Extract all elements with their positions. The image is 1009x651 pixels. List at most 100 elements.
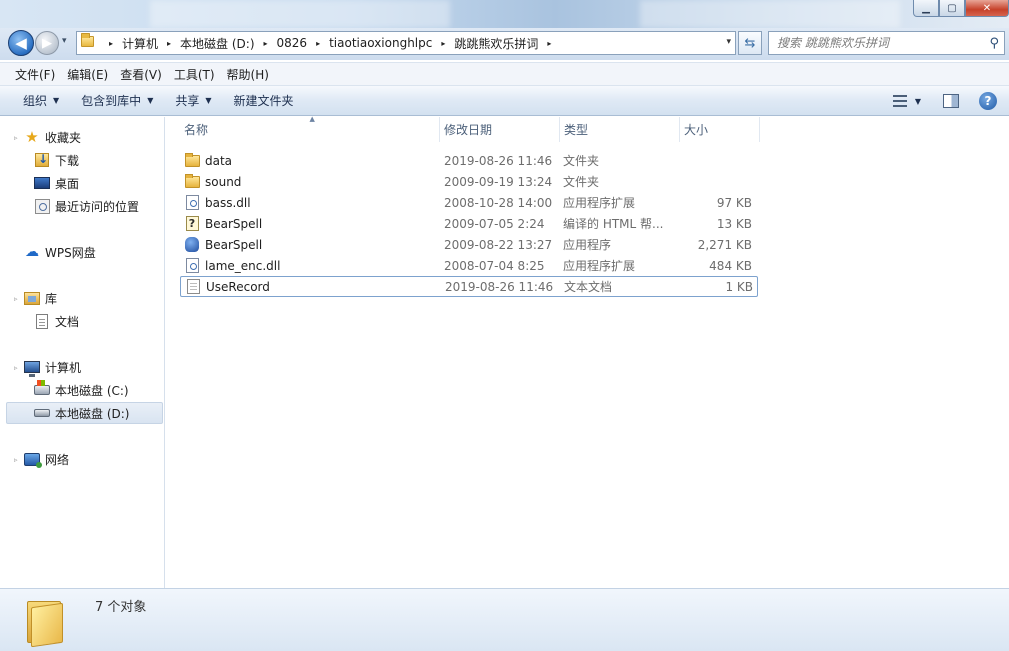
column-header-date[interactable]: 修改日期 <box>440 117 560 142</box>
breadcrumb-computer[interactable]: 计算机 <box>122 35 158 52</box>
column-header-name[interactable]: ▲ 名称 <box>180 115 440 142</box>
column-date-label: 修改日期 <box>444 123 493 137</box>
expand-icon[interactable]: ▹ <box>14 456 18 464</box>
nav-recent-label: 最近访问的位置 <box>55 199 140 214</box>
library-icon <box>24 290 40 306</box>
breadcrumb-separator-icon[interactable]: ▸ <box>441 39 445 48</box>
address-bar[interactable]: ▸ 计算机 ▸ 本地磁盘 (D:) ▸ 0826 ▸ tiaotiaoxiong… <box>76 31 736 55</box>
breadcrumb-separator-icon[interactable]: ▸ <box>109 39 113 48</box>
nav-network[interactable]: 网络 <box>24 449 69 469</box>
expand-icon[interactable]: ▹ <box>14 295 18 303</box>
breadcrumb: ▸ 计算机 ▸ 本地磁盘 (D:) ▸ 0826 ▸ tiaotiaoxiong… <box>100 35 560 52</box>
nav-drive-d[interactable]: 本地磁盘 (D:) <box>6 402 163 424</box>
menu-view[interactable]: 查看(V) <box>114 66 168 83</box>
nav-computer[interactable]: 计算机 <box>24 357 81 377</box>
file-date: 2019-08-26 11:46 <box>445 279 554 294</box>
address-row: ◀ ▶ ▾ ▸ 计算机 ▸ 本地磁盘 (D:) ▸ 0826 ▸ tiaotia… <box>0 28 1009 60</box>
nav-documents[interactable]: 文档 <box>34 311 79 331</box>
nav-recent-places[interactable]: 最近访问的位置 <box>34 196 139 216</box>
file-size: 2,271 KB <box>697 237 752 252</box>
help-icon[interactable]: ? <box>979 92 997 110</box>
new-folder-button[interactable]: 新建文件夹 <box>226 89 302 113</box>
search-box[interactable]: ⚲ <box>768 31 1005 55</box>
nav-desktop-label: 桌面 <box>55 176 80 191</box>
menu-file[interactable]: 文件(F) <box>9 66 61 83</box>
column-header-size[interactable]: 大小 <box>680 117 760 142</box>
back-arrow-icon: ◀ <box>15 34 27 52</box>
breadcrumb-separator-icon[interactable]: ▸ <box>264 39 268 48</box>
nav-libraries-label: 库 <box>45 291 58 306</box>
file-row-userecord[interactable]: UseRecord 2019-08-26 11:46 文本文档 1 KB <box>180 276 758 297</box>
nav-downloads[interactable]: 下载 <box>34 150 79 170</box>
file-size: 1 KB <box>725 279 753 294</box>
menu-help[interactable]: 帮助(H) <box>221 66 275 83</box>
search-icon[interactable]: ⚲ <box>989 36 999 51</box>
exe-icon <box>184 237 200 253</box>
menu-edit[interactable]: 编辑(E) <box>61 66 114 83</box>
close-button[interactable]: ✕ <box>965 0 1009 17</box>
drive-d-icon <box>34 405 50 421</box>
column-header-type[interactable]: 类型 <box>560 117 680 142</box>
organize-label: 组织 <box>23 94 48 108</box>
address-dropdown-icon[interactable]: ▾ <box>726 37 731 47</box>
nav-favorites-label: 收藏夹 <box>45 130 82 145</box>
breadcrumb-separator-icon[interactable]: ▸ <box>316 39 320 48</box>
search-input[interactable] <box>777 36 987 50</box>
folder-icon <box>184 152 200 169</box>
maximize-button[interactable]: ▢ <box>939 0 965 17</box>
file-row-bearspell-exe[interactable]: BearSpell 2009-08-22 13:27 应用程序 2,271 KB <box>180 234 756 255</box>
file-row-bearspell-help[interactable]: ? BearSpell 2009-07-05 2:24 编译的 HTML 帮..… <box>180 213 756 234</box>
drive-c-icon <box>34 380 50 398</box>
chevron-down-icon: ▼ <box>53 96 60 105</box>
nav-desktop[interactable]: 桌面 <box>34 173 79 193</box>
cloud-icon: ☁ <box>24 244 40 260</box>
file-row-data[interactable]: data 2019-08-26 11:46 文件夹 <box>180 150 756 171</box>
nav-wps-cloud[interactable]: ☁ WPS网盘 <box>24 242 96 262</box>
column-type-label: 类型 <box>564 123 589 137</box>
file-row-bass-dll[interactable]: bass.dll 2008-10-28 14:00 应用程序扩展 97 KB <box>180 192 756 213</box>
refresh-button[interactable]: ⇆ <box>738 31 762 55</box>
nav-computer-label: 计算机 <box>45 360 82 375</box>
forward-button[interactable]: ▶ <box>35 31 59 55</box>
include-in-library-button[interactable]: 包含到库中 ▼ <box>73 89 161 113</box>
share-label: 共享 <box>175 94 200 108</box>
view-controls: ▼ ? <box>892 86 1009 116</box>
breadcrumb-tiaotiaoxionghlpc[interactable]: tiaotiaoxionghlpc <box>329 36 432 50</box>
breadcrumb-current-folder[interactable]: 跳跳熊欢乐拼词 <box>454 35 538 52</box>
back-button[interactable]: ◀ <box>8 30 34 56</box>
breadcrumb-drive-d[interactable]: 本地磁盘 (D:) <box>180 35 254 52</box>
cloud-glyph: ☁ <box>25 244 39 260</box>
expand-icon[interactable]: ▹ <box>14 134 18 142</box>
nav-libraries[interactable]: 库 <box>24 288 57 308</box>
nav-drive-c[interactable]: 本地磁盘 (C:) <box>34 380 129 400</box>
share-button[interactable]: 共享 ▼ <box>167 89 219 113</box>
column-headers: ▲ 名称 修改日期 类型 大小 <box>180 115 760 142</box>
network-icon <box>24 451 42 468</box>
file-row-sound[interactable]: sound 2009-09-19 13:24 文件夹 <box>180 171 756 192</box>
folder-icon <box>25 595 69 648</box>
expand-icon[interactable]: ▹ <box>14 364 18 372</box>
downloads-icon <box>34 152 50 168</box>
file-date: 2019-08-26 11:46 <box>444 153 553 168</box>
close-icon: ✕ <box>982 2 992 14</box>
dll-icon <box>184 195 200 211</box>
column-size-label: 大小 <box>684 123 709 137</box>
navigation-pane: ▹ ★ 收藏夹 下载 桌面 最近访问的位置 ☁ WPS网盘 ▹ 库 文档 ▹ 计… <box>0 117 165 588</box>
breadcrumb-separator-icon[interactable]: ▸ <box>547 39 551 48</box>
nav-favorites[interactable]: ★ 收藏夹 <box>24 127 81 147</box>
recent-pages-button[interactable]: ▾ <box>62 36 67 46</box>
file-type: 文件夹 <box>563 175 600 189</box>
file-row-lame-enc-dll[interactable]: lame_enc.dll 2008-07-04 8:25 应用程序扩展 484 … <box>180 255 756 276</box>
preview-pane-icon[interactable] <box>943 94 959 108</box>
minimize-button[interactable]: ▁ <box>913 0 939 17</box>
breadcrumb-separator-icon[interactable]: ▸ <box>167 39 171 48</box>
breadcrumb-0826[interactable]: 0826 <box>277 36 308 50</box>
organize-button[interactable]: 组织 ▼ <box>15 89 67 113</box>
view-options-icon[interactable] <box>892 95 907 107</box>
file-date: 2009-07-05 2:24 <box>444 216 545 231</box>
chevron-down-icon[interactable]: ▼ <box>915 97 921 106</box>
sort-ascending-icon: ▲ <box>309 115 315 123</box>
desktop-icon <box>34 175 50 191</box>
command-bar: 组织 ▼ 包含到库中 ▼ 共享 ▼ 新建文件夹 ▼ ? <box>0 86 1009 116</box>
menu-tools[interactable]: 工具(T) <box>168 66 221 83</box>
